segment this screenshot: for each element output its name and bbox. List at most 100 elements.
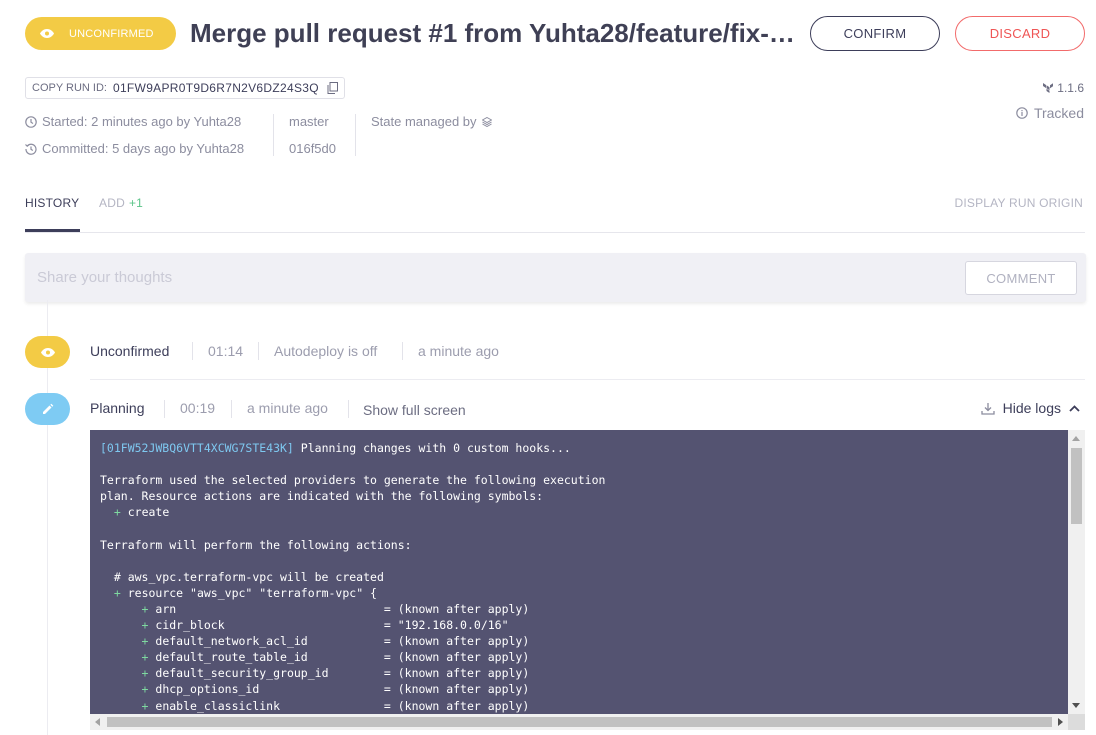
log-line: + default_security_group_id = (known aft…	[141, 666, 530, 681]
log-plus-symbol: +	[141, 682, 149, 697]
comment-button[interactable]: COMMENT	[965, 261, 1077, 295]
log-plus-symbol: +	[113, 585, 121, 600]
logs-vertical-scrollbar[interactable]	[1068, 430, 1085, 714]
scrollbar-corner	[1068, 714, 1085, 730]
log-line: Terraform will perform the following act…	[100, 537, 412, 552]
tab-history[interactable]: HISTORY	[25, 196, 79, 210]
event-autodeploy: Autodeploy is off	[274, 343, 378, 359]
logs-horizontal-scrollbar[interactable]	[90, 714, 1068, 730]
state-managed-info: State managed by	[371, 114, 492, 129]
committed-info: Committed: 5 days ago by Yuhta28	[25, 141, 244, 156]
pencil-icon	[42, 403, 53, 414]
tracked-label: Tracked	[1033, 105, 1084, 121]
status-label: UNCONFIRMED	[69, 27, 154, 40]
log-line: # aws_vpc.terraform-vpc will be created	[100, 569, 384, 584]
log-plus-symbol: +	[141, 698, 149, 713]
log-plus-symbol: +	[113, 505, 121, 520]
comment-placeholder: Share your thoughts	[37, 269, 173, 286]
event-planning-duration: 00:19	[180, 400, 216, 416]
meta-divider	[355, 114, 356, 156]
tab-add-label: ADD	[99, 196, 125, 210]
log-run-id: [01FW52JWBQ6VTT4XCWG7STE43K]	[100, 441, 294, 455]
meta-divider	[273, 114, 274, 156]
clock-icon	[25, 115, 37, 128]
discard-button[interactable]: DISCARD	[955, 16, 1085, 51]
display-run-origin-link[interactable]: DISPLAY RUN ORIGIN	[954, 196, 1083, 210]
log-line: + dhcp_options_id = (known after apply)	[141, 682, 530, 697]
log-output: [01FW52JWBQ6VTT4XCWG7STE43K] Planning ch…	[100, 440, 1065, 714]
log-line: + cidr_block = "192.168.0.0/16"	[141, 618, 509, 633]
tab-add-count: +1	[128, 196, 144, 210]
scroll-down-arrow[interactable]	[1072, 703, 1080, 708]
log-line: + resource "aws_vpc" "terraform-vpc" {	[113, 585, 377, 600]
log-line: plan. Resource actions are indicated wit…	[100, 489, 544, 504]
spacelift-icon	[481, 116, 492, 127]
log-line: Terraform used the selected providers to…	[100, 473, 606, 488]
chevron-up-icon	[1069, 404, 1080, 412]
scroll-up-arrow[interactable]	[1072, 436, 1080, 441]
version-label: 1.1.6	[1057, 81, 1084, 95]
run-id-value: 01FW9APR0T9D6R7N2V6DZ24S3Q	[112, 81, 319, 95]
commit-link[interactable]: 016f5d0	[289, 141, 336, 156]
branch-link[interactable]: master	[289, 114, 329, 129]
event-unconfirmed-duration: 01:14	[208, 343, 244, 359]
started-text: Started: 2 minutes ago by Yuhta28	[42, 114, 242, 129]
committed-text: Committed: 5 days ago by Yuhta28	[42, 141, 245, 156]
hide-logs-label: Hide logs	[1002, 400, 1061, 416]
event-unconfirmed-name: Unconfirmed	[90, 343, 170, 359]
event-unconfirmed-time: a minute ago	[418, 343, 499, 359]
status-badge-unconfirmed: UNCONFIRMED	[25, 17, 176, 50]
unconfirmed-event-icon	[25, 336, 70, 368]
copy-run-id-button[interactable]: COPY RUN ID: 01FW9APR0T9D6R7N2V6DZ24S3Q	[25, 77, 345, 99]
page-title: Merge pull request #1 from Yuhta28/featu…	[190, 18, 800, 48]
hide-logs-button[interactable]: Hide logs	[980, 400, 1080, 416]
log-line: + default_route_table_id = (known after …	[141, 650, 530, 665]
event-divider	[231, 400, 232, 418]
download-icon[interactable]	[980, 402, 995, 415]
log-plus-symbol: +	[141, 650, 149, 665]
tracked-indicator: Tracked	[1016, 105, 1084, 121]
state-managed-text: State managed by	[371, 114, 477, 129]
scroll-thumb[interactable]	[1071, 448, 1082, 524]
event-planning-time: a minute ago	[247, 400, 328, 416]
event-divider	[164, 400, 165, 418]
terraform-version: 1.1.6	[1043, 81, 1084, 95]
tab-history-label: HISTORY	[25, 196, 80, 210]
log-line: + enable_classiclink = (known after appl…	[141, 698, 530, 713]
started-info: Started: 2 minutes ago by Yuhta28	[25, 114, 241, 129]
eye-icon	[40, 29, 54, 38]
branch-text: master	[289, 114, 329, 129]
copy-icon	[327, 82, 338, 94]
scroll-thumb[interactable]	[107, 717, 1052, 727]
tabs-divider	[25, 232, 1085, 233]
scroll-left-arrow[interactable]	[95, 718, 100, 726]
scroll-right-arrow[interactable]	[1058, 718, 1063, 726]
info-icon	[1016, 107, 1028, 119]
commit-clock-icon	[25, 143, 37, 155]
copy-run-id-label: COPY RUN ID:	[32, 82, 107, 94]
commit-text: 016f5d0	[289, 141, 336, 156]
confirm-button[interactable]: CONFIRM	[810, 16, 940, 51]
show-full-screen-link[interactable]: Show full screen	[363, 402, 466, 418]
logs-panel[interactable]: [01FW52JWBQ6VTT4XCWG7STE43K] Planning ch…	[90, 430, 1085, 730]
event-divider	[258, 342, 259, 360]
event-divider	[348, 400, 349, 418]
comment-input[interactable]: Share your thoughts COMMENT	[25, 253, 1086, 302]
log-line: + create	[113, 505, 170, 520]
log-plus-symbol: +	[141, 618, 149, 633]
event-divider	[402, 342, 403, 360]
log-plus-symbol: +	[141, 666, 149, 681]
event-planning-name: Planning	[90, 400, 145, 416]
log-line: [01FW52JWBQ6VTT4XCWG7STE43K] Planning ch…	[100, 441, 571, 455]
log-line: + arn = (known after apply)	[141, 601, 530, 616]
event-divider	[192, 342, 193, 360]
eye-icon	[40, 347, 55, 357]
log-line: + default_network_acl_id = (known after …	[141, 634, 530, 649]
tab-add[interactable]: ADD +1	[99, 196, 143, 210]
terraform-icon	[1043, 83, 1054, 93]
planning-event-icon	[25, 393, 70, 425]
log-plus-symbol: +	[141, 601, 149, 616]
